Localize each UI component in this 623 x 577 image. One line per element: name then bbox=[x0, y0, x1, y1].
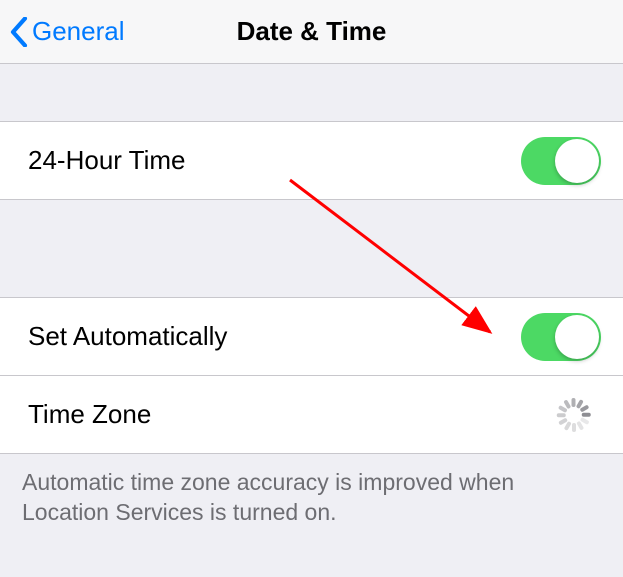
row-label-time-zone: Time Zone bbox=[28, 399, 151, 430]
chevron-left-icon bbox=[10, 17, 28, 47]
row-label-24-hour: 24-Hour Time bbox=[28, 145, 186, 176]
toggle-knob bbox=[555, 139, 599, 183]
loading-spinner-icon bbox=[557, 398, 591, 432]
toggle-24-hour-time[interactable] bbox=[521, 137, 601, 185]
back-label: General bbox=[32, 16, 125, 47]
toggle-set-automatically[interactable] bbox=[521, 313, 601, 361]
nav-header: General Date & Time bbox=[0, 0, 623, 64]
toggle-knob bbox=[555, 315, 599, 359]
footer-description: Automatic time zone accuracy is improved… bbox=[0, 454, 623, 542]
row-set-automatically: Set Automatically bbox=[0, 298, 623, 376]
row-24-hour-time: 24-Hour Time bbox=[0, 122, 623, 200]
back-button[interactable]: General bbox=[0, 16, 125, 47]
section-gap bbox=[0, 200, 623, 298]
row-time-zone[interactable]: Time Zone bbox=[0, 376, 623, 454]
section-gap bbox=[0, 64, 623, 122]
row-label-set-auto: Set Automatically bbox=[28, 321, 227, 352]
